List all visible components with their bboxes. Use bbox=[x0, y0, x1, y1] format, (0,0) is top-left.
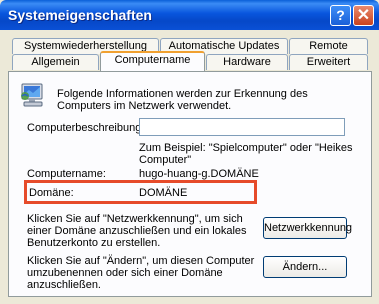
help-button[interactable]: ? bbox=[330, 5, 351, 26]
window-title: Systemeigenschaften bbox=[8, 7, 152, 23]
domain-value: DOMÄNE bbox=[139, 187, 188, 199]
network-id-text: Klicken Sie auf "Netzwerkkennung", um si… bbox=[27, 213, 247, 249]
intro-text: Folgende Informationen werden zur Erkenn… bbox=[57, 88, 308, 112]
computername-value: hugo-huang-g.DOMÄNE bbox=[139, 168, 259, 180]
change-text: Klicken Sie auf "Ändern", um diesen Comp… bbox=[27, 255, 255, 291]
tab-computername[interactable]: Computername bbox=[100, 51, 205, 71]
computername-label: Computername: bbox=[27, 168, 106, 180]
computer-icon bbox=[21, 83, 43, 107]
title-bar[interactable]: Systemeigenschaften ? ✕ bbox=[0, 0, 379, 30]
tab-hardware[interactable]: Hardware bbox=[206, 54, 288, 70]
system-properties-window: Systemeigenschaften ? ✕ Systemwiederhers… bbox=[0, 0, 379, 304]
tab-allgemein[interactable]: Allgemein bbox=[12, 54, 99, 70]
close-button[interactable]: ✕ bbox=[353, 5, 374, 26]
domain-label: Domäne: bbox=[29, 187, 74, 199]
tab-remote[interactable]: Remote bbox=[289, 38, 368, 54]
tab-erweitert[interactable]: Erweitert bbox=[289, 54, 368, 70]
description-input[interactable] bbox=[139, 118, 345, 136]
change-button[interactable]: Ändern... bbox=[263, 256, 347, 278]
description-hint: Zum Beispiel: "Spielcomputer" oder "Heik… bbox=[139, 142, 353, 166]
description-label: Computerbeschreibung: bbox=[27, 122, 145, 134]
network-id-button[interactable]: Netzwerkkennung bbox=[263, 217, 352, 239]
